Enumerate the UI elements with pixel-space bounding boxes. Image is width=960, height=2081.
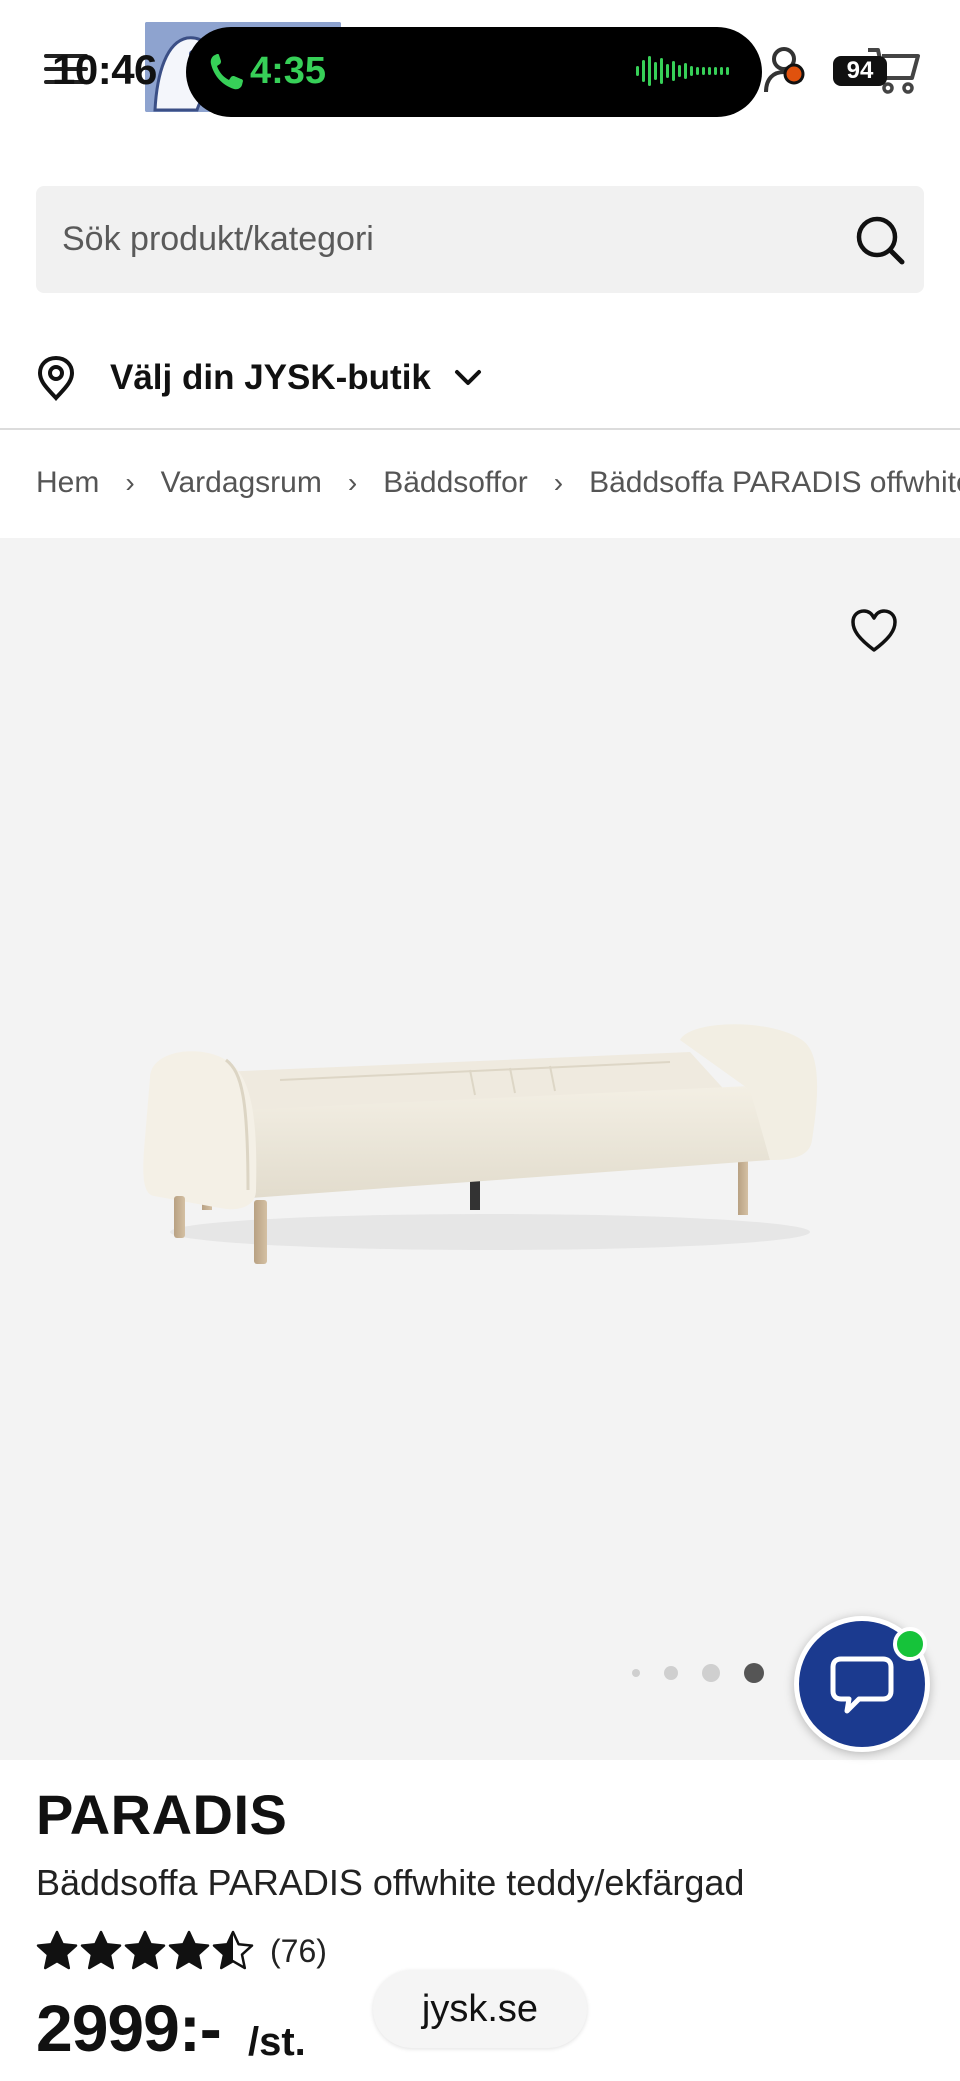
status-time: 10:46 [52, 46, 157, 93]
star-icon [36, 1930, 78, 1970]
gallery-dot[interactable] [632, 1669, 640, 1677]
gallery-dot[interactable] [702, 1664, 720, 1682]
breadcrumb-separator: › [553, 467, 564, 498]
breadcrumb-separator: › [125, 467, 135, 498]
product-price: 2999:- [36, 1991, 222, 2065]
search-input[interactable] [62, 186, 822, 293]
phone-icon [210, 54, 243, 90]
rating-stars [36, 1930, 256, 1972]
waveform-bar [660, 58, 663, 84]
waveform-bar [672, 61, 675, 81]
waveform-bar [648, 56, 651, 86]
store-picker[interactable]: Välj din JYSK-butik [36, 348, 496, 408]
waveform-bar [720, 67, 723, 75]
waveform-bar [642, 60, 645, 82]
gallery-dot[interactable] [664, 1666, 678, 1680]
search-bar[interactable] [36, 186, 924, 293]
star-icon [124, 1930, 166, 1970]
waveform-bar [702, 67, 705, 75]
divider [0, 428, 960, 430]
waveform-bar [696, 67, 699, 75]
user-icon[interactable] [762, 44, 812, 94]
location-pin-icon [37, 355, 75, 401]
waveform-bar [684, 63, 687, 79]
browser-url-bar[interactable]: jysk.se [373, 1970, 587, 2048]
gallery-dot[interactable] [744, 1663, 764, 1683]
call-duration: 4:35 [250, 50, 327, 92]
audio-waveform-icon [636, 52, 732, 90]
star-icon [212, 1930, 254, 1970]
breadcrumb: Hem › Vardagsrum › Bäddsoffor › Bäddsoff… [36, 460, 960, 506]
waveform-bar [636, 66, 639, 76]
online-status-dot [893, 1627, 927, 1661]
search-icon[interactable] [854, 214, 906, 266]
product-rating[interactable]: (76) [36, 1926, 327, 1976]
rating-count: (76) [270, 1932, 327, 1969]
chat-bubble-icon [830, 1656, 894, 1714]
waveform-bar [714, 67, 717, 75]
breadcrumb-item-vardagsrum[interactable]: Vardagsrum [161, 466, 322, 500]
breadcrumb-item-baddsoffor[interactable]: Bäddsoffor [383, 466, 528, 500]
star-icon [168, 1930, 210, 1970]
breadcrumb-item-home[interactable]: Hem [36, 466, 99, 500]
waveform-bar [708, 67, 711, 75]
product-subtitle: Bäddsoffa PARADIS offwhite teddy/ekfärga… [36, 1862, 745, 1903]
waveform-bar [666, 64, 669, 78]
battery-badge: 94 [833, 56, 887, 86]
breadcrumb-item-current: Bäddsoffa PARADIS offwhite teddy/ekfärga… [589, 466, 960, 499]
heart-icon[interactable] [850, 608, 898, 654]
gallery-pagination[interactable] [632, 1663, 788, 1683]
breadcrumb-separator: › [347, 467, 358, 498]
waveform-bar [678, 65, 681, 77]
product-brand: PARADIS [36, 1783, 288, 1846]
product-image-sofa [143, 1024, 818, 1264]
star-icon [80, 1930, 122, 1970]
store-picker-label: Välj din JYSK-butik [110, 358, 431, 397]
waveform-bar [726, 67, 729, 75]
price-unit: /st. [248, 2020, 306, 2064]
waveform-bar [690, 66, 693, 76]
waveform-bar [654, 62, 657, 80]
chevron-down-icon [454, 370, 481, 385]
